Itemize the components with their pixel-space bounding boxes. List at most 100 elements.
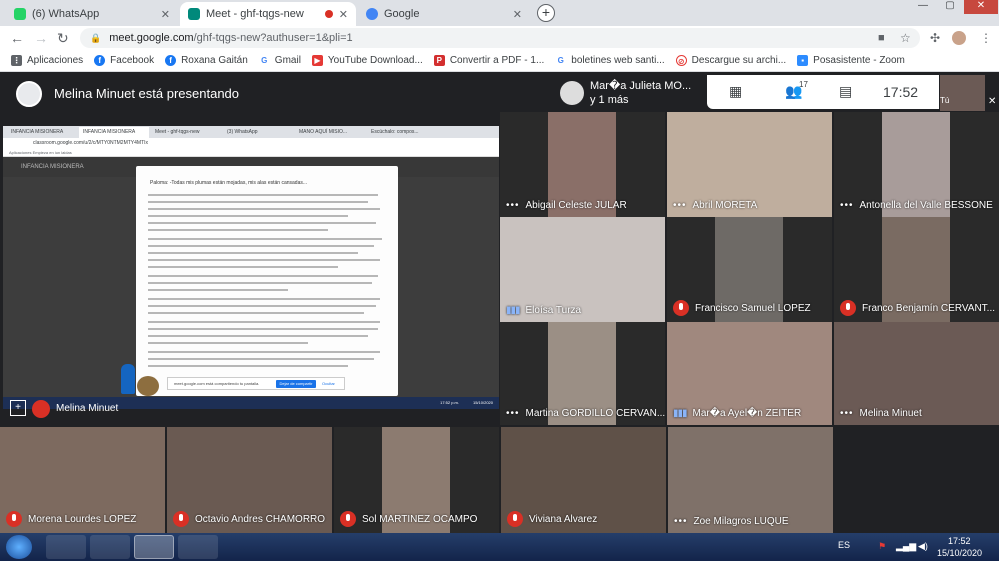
- volume-icon[interactable]: ◀): [918, 541, 928, 552]
- camera-icon[interactable]: ■: [878, 32, 885, 44]
- close-panel-icon[interactable]: ✕: [988, 96, 996, 107]
- mic-off-icon: [507, 511, 523, 527]
- bookmark-pdf[interactable]: P Convertir a PDF - 1...: [433, 55, 545, 66]
- bookmark-label: Facebook: [110, 55, 155, 66]
- google-icon: G: [555, 55, 567, 66]
- bookmark-label: Convertir a PDF - 1...: [449, 55, 545, 66]
- media-player-button[interactable]: [90, 535, 130, 559]
- menu-icon[interactable]: ⋮: [980, 31, 992, 45]
- forward-icon[interactable]: →: [34, 30, 48, 46]
- chrome-button[interactable]: [134, 535, 174, 559]
- meet-controls: ▦ 👥 17 ▤ 17:52: [707, 75, 939, 109]
- flag-icon[interactable]: ⚑: [878, 541, 886, 552]
- tab-whatsapp[interactable]: (6) WhatsApp ✕: [6, 2, 178, 26]
- start-button[interactable]: [6, 535, 32, 559]
- zoom-icon: ▪: [797, 55, 809, 66]
- profile-avatar[interactable]: [952, 31, 966, 45]
- audio-wave-icon: ▮▮▮: [673, 408, 687, 419]
- tab-google[interactable]: Google ✕: [358, 2, 530, 26]
- participant-tile[interactable]: Sol MARTINEZ OCAMPO: [334, 427, 499, 533]
- participant-name-text: Abigail Celeste JULAR: [525, 200, 627, 211]
- bookmark-facebook[interactable]: f Facebook: [94, 55, 154, 66]
- participant-tile[interactable]: Francisco Samuel LOPEZ: [667, 217, 832, 322]
- shared-screen: INFANCIA MISIONERA INFANCIA MISIONERA Me…: [3, 126, 499, 409]
- bookmark-boletines[interactable]: Gboletines web santi...: [555, 55, 665, 66]
- tab-strip: (6) WhatsApp ✕ Meet - ghf-tqgs-new ✕ Goo…: [0, 0, 999, 26]
- new-tab-button[interactable]: +: [537, 4, 555, 22]
- close-icon[interactable]: ✕: [513, 8, 522, 21]
- recording-dot-icon: [324, 10, 333, 18]
- participant-name-text: Viviana Alvarez: [529, 513, 598, 525]
- shared-bookmarks: Aplicaciones Empieza en iun laidas: [3, 148, 499, 157]
- participant-avatar: [560, 81, 584, 105]
- participant-tile[interactable]: Octavio Andres CHAMORRO: [167, 427, 332, 533]
- language-indicator[interactable]: ES: [838, 540, 850, 550]
- participant-tile[interactable]: ••• Abigail Celeste JULAR: [500, 112, 665, 217]
- url-host: meet.google.com: [109, 32, 194, 44]
- mic-off-icon: [340, 511, 356, 527]
- participant-name-text: Octavio Andres CHAMORRO: [195, 513, 326, 525]
- reload-icon[interactable]: ↻: [57, 30, 69, 47]
- grid-layout-icon[interactable]: ▦: [729, 83, 742, 100]
- maximize-button[interactable]: ▢: [937, 0, 963, 14]
- taskbar-time[interactable]: 17:52: [948, 536, 971, 546]
- audio-wave-icon: ▮▮▮: [506, 305, 520, 316]
- close-icon[interactable]: ✕: [339, 8, 348, 21]
- participant-tile[interactable]: ▮▮▮ Mar�a Ayel�n ZEITER: [667, 322, 832, 425]
- participant-tile[interactable]: ▮▮▮ Eloísa Turza: [500, 217, 665, 322]
- more-options-icon[interactable]: •••: [673, 200, 687, 211]
- participants-count: 17: [799, 80, 808, 89]
- mic-off-icon: [6, 511, 22, 527]
- participant-tile[interactable]: Viviana Alvarez: [501, 427, 666, 533]
- star-icon[interactable]: ☆: [900, 31, 911, 45]
- self-label: Tú: [940, 96, 950, 105]
- more-options-icon[interactable]: •••: [674, 516, 688, 527]
- file-explorer-button[interactable]: [46, 535, 86, 559]
- close-icon[interactable]: ✕: [161, 8, 170, 21]
- url-path: /ghf-tqgs-new?authuser=1&pli=1: [193, 32, 353, 44]
- meet-clock: 17:52: [883, 84, 919, 100]
- taskbar-date[interactable]: 15/10/2020: [937, 548, 982, 558]
- youtube-icon: ▶: [311, 55, 323, 66]
- google-icon: G: [258, 55, 270, 66]
- bookmark-zoom[interactable]: ▪ Posasistente - Zoom: [797, 55, 905, 66]
- tab-title: Google: [384, 8, 420, 20]
- bookmark-descargue[interactable]: ⊘ Descargue su archi...: [675, 55, 787, 66]
- minimize-button[interactable]: —: [910, 0, 936, 14]
- close-window-button[interactable]: ✕: [964, 0, 998, 14]
- more-options-icon[interactable]: •••: [840, 408, 854, 419]
- bookmark-roxana[interactable]: f Roxana Gaitán: [165, 55, 248, 66]
- stop-sharing-button[interactable]: Dejar de compartir: [276, 380, 316, 388]
- participant-tile[interactable]: ••• Zoe Milagros LUQUE: [668, 427, 833, 533]
- participant-tile[interactable]: ••• Melina Minuet: [834, 322, 999, 425]
- participant-tile[interactable]: ••• Antonella del Valle BESSONE: [834, 112, 999, 217]
- participant-tile[interactable]: Franco Benjamín CERVANT...: [834, 217, 999, 322]
- bookmark-label: boletines web santi...: [571, 55, 665, 66]
- bookmark-aplicaciones[interactable]: ⋮ Aplicaciones: [11, 55, 83, 66]
- presenter-tile-bar: + Melina Minuet: [4, 398, 499, 420]
- browser-toolbar: ← → ↻ 🔒 meet.google.com/ghf-tqgs-new?aut…: [0, 26, 999, 50]
- hide-notice-button[interactable]: Ocultar: [322, 380, 335, 388]
- bookmark-gmail[interactable]: G Gmail: [258, 55, 301, 66]
- more-options-icon[interactable]: •••: [506, 408, 520, 419]
- chat-icon[interactable]: ▤: [839, 83, 852, 100]
- back-icon[interactable]: ←: [10, 30, 24, 46]
- network-icon[interactable]: ▂▄▆: [896, 541, 916, 552]
- bookmark-label: Descargue su archi...: [691, 55, 787, 66]
- address-bar[interactable]: 🔒 meet.google.com/ghf-tqgs-new?authuser=…: [80, 28, 920, 48]
- participant-tile[interactable]: Morena Lourdes LOPEZ: [0, 427, 165, 533]
- shared-tab: (3) WhatsApp: [227, 129, 258, 135]
- more-options-icon[interactable]: •••: [840, 200, 854, 211]
- extensions-icon[interactable]: ✣: [930, 31, 940, 45]
- participant-tile[interactable]: ••• Abril MORETA: [667, 112, 832, 217]
- internet-explorer-button[interactable]: [178, 535, 218, 559]
- mic-off-icon: [32, 400, 50, 418]
- participant-name-text: Morena Lourdes LOPEZ: [28, 513, 137, 525]
- participant-tile[interactable]: ••• Martina GORDILLO CERVAN...: [500, 322, 665, 425]
- shared-tab: Escúchalo: compos...: [371, 129, 419, 135]
- bookmark-label: Gmail: [274, 55, 301, 66]
- more-options-icon[interactable]: •••: [506, 200, 520, 211]
- present-icon[interactable]: +: [10, 400, 26, 416]
- tab-meet[interactable]: Meet - ghf-tqgs-new ✕: [180, 2, 356, 26]
- bookmark-youtube[interactable]: ▶ YouTube Download...: [311, 55, 423, 66]
